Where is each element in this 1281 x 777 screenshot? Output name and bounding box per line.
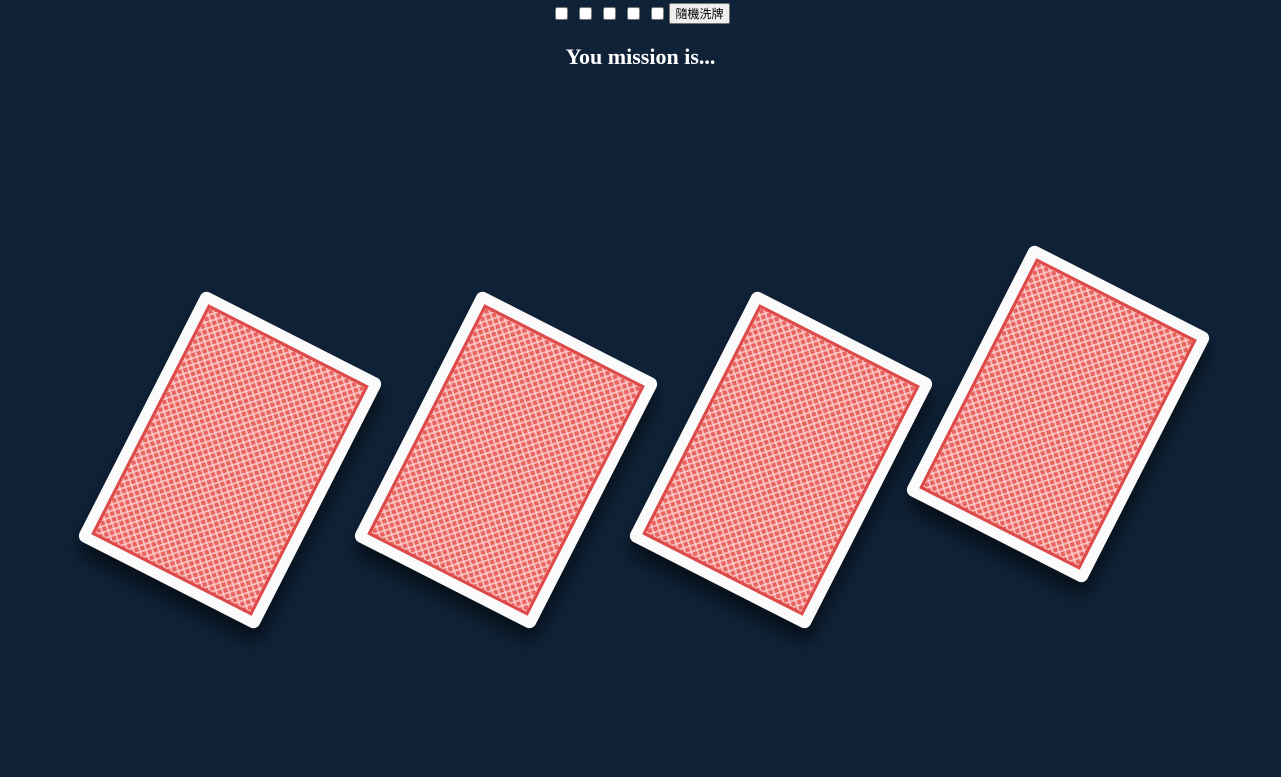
card-back-pattern (919, 258, 1197, 570)
card-back-pattern (367, 304, 645, 616)
card-checkbox-5[interactable] (651, 7, 665, 20)
controls-bar: 隨機洗牌 (0, 3, 1281, 25)
card-back-pattern (642, 304, 920, 616)
card-4[interactable] (904, 243, 1212, 585)
card-back-pattern (91, 304, 369, 616)
card-checkbox-1[interactable] (555, 7, 569, 20)
card-checkbox-2[interactable] (579, 7, 593, 20)
card-3[interactable] (627, 289, 935, 631)
card-2[interactable] (352, 289, 660, 631)
card-checkbox-3[interactable] (603, 7, 617, 20)
card-1[interactable] (76, 289, 384, 631)
page-title: You mission is... (565, 44, 716, 69)
card-checkbox-4[interactable] (627, 7, 641, 20)
shuffle-button[interactable]: 隨機洗牌 (669, 3, 730, 24)
